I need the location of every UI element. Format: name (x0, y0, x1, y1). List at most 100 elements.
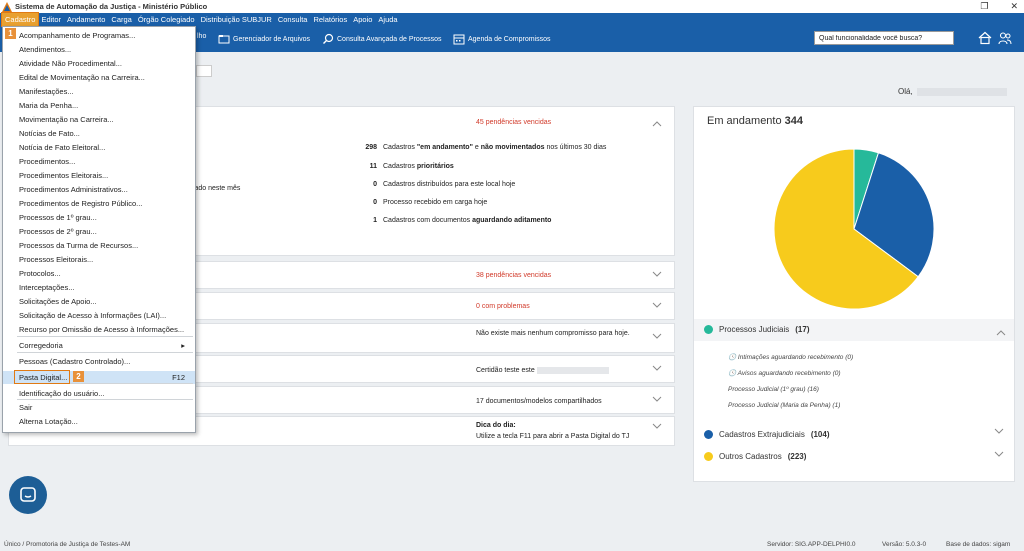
agenda-button[interactable]: Agenda de Compromissos (453, 33, 551, 45)
menu-item-manifesta-es[interactable]: Manifestações... (3, 85, 195, 98)
menu-apoio[interactable]: Apoio (350, 13, 375, 27)
subline-item[interactable]: Processo Judicial (Maria da Penha) (1) (728, 402, 840, 409)
menu-item-acompanhamento-de-programas[interactable]: Acompanhamento de Programas... (3, 29, 195, 42)
menu-item-procedimentos-administrativos[interactable]: Procedimentos Administrativos... (3, 183, 195, 196)
menu-distribuicao[interactable]: Distribuição SUBJUR (198, 13, 275, 27)
status-location: Único / Promotoria de Justiça de Testes-… (4, 541, 131, 548)
certidao-text: Certidão teste este (476, 365, 609, 376)
chevron-down-icon[interactable] (652, 332, 662, 340)
close-icon[interactable]: ✕ (1010, 1, 1018, 12)
menu-item-solicita-o-de-acesso-informa-es-lai[interactable]: Solicitação de Acesso à Informações (LAI… (3, 309, 195, 322)
extra-dot (704, 430, 713, 439)
user-name-blurred (916, 87, 1007, 96)
menu-item-pessoas-cadastro-controlado[interactable]: Pessoas (Cadastro Controlado)... (3, 355, 195, 368)
pending-overdue-1[interactable]: 45 pendências vencidas (476, 119, 551, 126)
search-icon (323, 33, 334, 44)
submenu-arrow-icon: ▸ (181, 341, 185, 350)
menu-item-solicita-es-de-apoio[interactable]: Solicitações de Apoio... (3, 295, 195, 308)
home-icon[interactable] (978, 31, 992, 45)
menu-item-procedimentos[interactable]: Procedimentos... (3, 155, 195, 168)
greeting: Olá, (898, 87, 1007, 96)
status-bar: Único / Promotoria de Justiça de Testes-… (0, 539, 1024, 551)
menu-relatorios[interactable]: Relatórios (310, 13, 350, 27)
chevron-up-icon[interactable] (996, 329, 1006, 337)
menu-item-not-cia-de-fato-eleitoral[interactable]: Notícia de Fato Eleitoral... (3, 141, 195, 154)
menu-carga[interactable]: Carga (108, 13, 134, 27)
menu-item-processos-eleitorais[interactable]: Processos Eleitorais... (3, 253, 195, 266)
small-input[interactable] (196, 65, 212, 77)
status-server: Servidor: SIG.APP-DELPHI0.0 (767, 541, 856, 548)
menu-consulta[interactable]: Consulta (275, 13, 311, 27)
menu-item-maria-da-penha[interactable]: Maria da Penha... (3, 99, 195, 112)
status-database: Base de dados: sigam (946, 541, 1011, 548)
other-dot (704, 452, 713, 461)
left-fragment-text: giado neste mês (189, 185, 241, 192)
menu-cadastro[interactable]: Cadastro (0, 12, 40, 28)
in-progress-title: Em andamento 344 (707, 115, 804, 127)
restore-icon[interactable]: ❐ (980, 1, 988, 12)
menu-item-movimenta-o-na-carreira[interactable]: Movimentação na Carreira... (3, 113, 195, 126)
highlight-pasta-digital (14, 370, 70, 384)
problems-count[interactable]: 0 com problemas (476, 303, 530, 310)
pending-overdue-2[interactable]: 38 pendências vencidas (476, 272, 551, 279)
pie-chart (773, 148, 935, 310)
calendar-icon (453, 34, 465, 45)
menu-item-alterna-lota-o[interactable]: Alterna Lotação... (3, 415, 195, 428)
menu-item-protocolos[interactable]: Protocolos... (3, 267, 195, 280)
menu-separator (17, 399, 193, 400)
chevron-up-icon[interactable] (652, 120, 662, 128)
menu-editor[interactable]: Editor (38, 13, 64, 27)
shared-docs-text: 17 documentos/modelos compartilhados (476, 398, 602, 405)
chevron-down-icon[interactable] (652, 301, 662, 309)
chevron-down-icon[interactable] (994, 427, 1004, 435)
agenda-text: Não existe mais nenhum compromisso para … (476, 330, 630, 337)
window-title: Sistema de Automação da Justiça - Minist… (15, 2, 208, 11)
menu-item-atividade-n-o-procedimental[interactable]: Atividade Não Procedimental... (3, 57, 195, 70)
chevron-down-icon[interactable] (652, 364, 662, 372)
menu-item-processos-da-turma-de-recursos[interactable]: Processos da Turma de Recursos... (3, 239, 195, 252)
section-processos-judiciais[interactable]: Processos Judiciais (17) (704, 325, 809, 334)
menu-item-intercepta-es[interactable]: Interceptações... (3, 281, 195, 294)
menu-separator (17, 336, 193, 337)
menu-item-recurso-por-omiss-o-de-acesso-informa-es[interactable]: Recurso por Omissão de Acesso à Informaç… (3, 323, 195, 336)
section-outros-cadastros[interactable]: Outros Cadastros (223) (704, 452, 806, 461)
menu-ajuda[interactable]: Ajuda (375, 13, 400, 27)
menu-item-corregedoria[interactable]: Corregedoria ▸ (3, 339, 195, 352)
menu-bar: Cadastro Editor Andamento Carga Órgão Co… (0, 12, 1024, 28)
users-icon[interactable] (998, 31, 1012, 45)
menu-andamento[interactable]: Andamento (64, 13, 108, 27)
in-progress-panel: Em andamento 344 Processos Judiciais (17)… (693, 106, 1015, 482)
step-badge-1: 1 (5, 28, 16, 39)
chevron-down-icon[interactable] (652, 395, 662, 403)
function-search-input[interactable] (814, 31, 954, 45)
menu-item-atendimentos[interactable]: Atendimentos... (3, 43, 195, 56)
menu-item-sair[interactable]: Sair (3, 401, 195, 414)
advanced-search-button[interactable]: Consulta Avançada de Processos (322, 33, 442, 45)
subline-item[interactable]: 🕓 Avisos aguardando recebimento (0) (728, 369, 841, 377)
menu-item-procedimentos-de-registro-p-blico[interactable]: Procedimentos de Registro Público... (3, 197, 195, 210)
menu-item-not-cias-de-fato[interactable]: Notícias de Fato... (3, 127, 195, 140)
menu-item-processos-de-1-grau[interactable]: Processos de 1º grau... (3, 211, 195, 224)
folder-icon (218, 35, 230, 44)
chevron-down-icon[interactable] (652, 270, 662, 278)
status-version: Versão: 5.0.3-0 (882, 541, 927, 548)
section-cadastros-extrajudiciais[interactable]: Cadastros Extrajudiciais (104) (704, 430, 830, 439)
file-manager-button[interactable]: Gerenciador de Arquivos (218, 33, 310, 45)
chevron-down-icon[interactable] (994, 450, 1004, 458)
toolbar-partial-button[interactable]: lho (197, 33, 206, 40)
menu-item-edital-de-movimenta-o-na-carreira[interactable]: Edital de Movimentação na Carreira... (3, 71, 195, 84)
judicial-dot (704, 325, 713, 334)
menu-orgao-colegiado[interactable]: Órgão Colegiado (135, 13, 198, 27)
menu-item-processos-de-2-grau[interactable]: Processos de 2º grau... (3, 225, 195, 238)
tip-text: Utilize a tecla F11 para abrir a Pasta D… (476, 433, 630, 440)
title-bar: Sistema de Automação da Justiça - Minist… (0, 0, 1024, 13)
tip-title: Dica do dia: (476, 422, 516, 429)
chat-button[interactable] (9, 476, 47, 514)
menu-item-procedimentos-eleitorais[interactable]: Procedimentos Eleitorais... (3, 169, 195, 182)
chat-icon (20, 487, 36, 502)
step-badge-2: 2 (73, 371, 84, 382)
subline-item[interactable]: 🕓 Intimações aguardando recebimento (0) (728, 353, 853, 361)
subline-item[interactable]: Processo Judicial (1º grau) (16) (728, 386, 819, 393)
chevron-down-icon[interactable] (652, 422, 662, 430)
menu-separator (17, 352, 193, 353)
